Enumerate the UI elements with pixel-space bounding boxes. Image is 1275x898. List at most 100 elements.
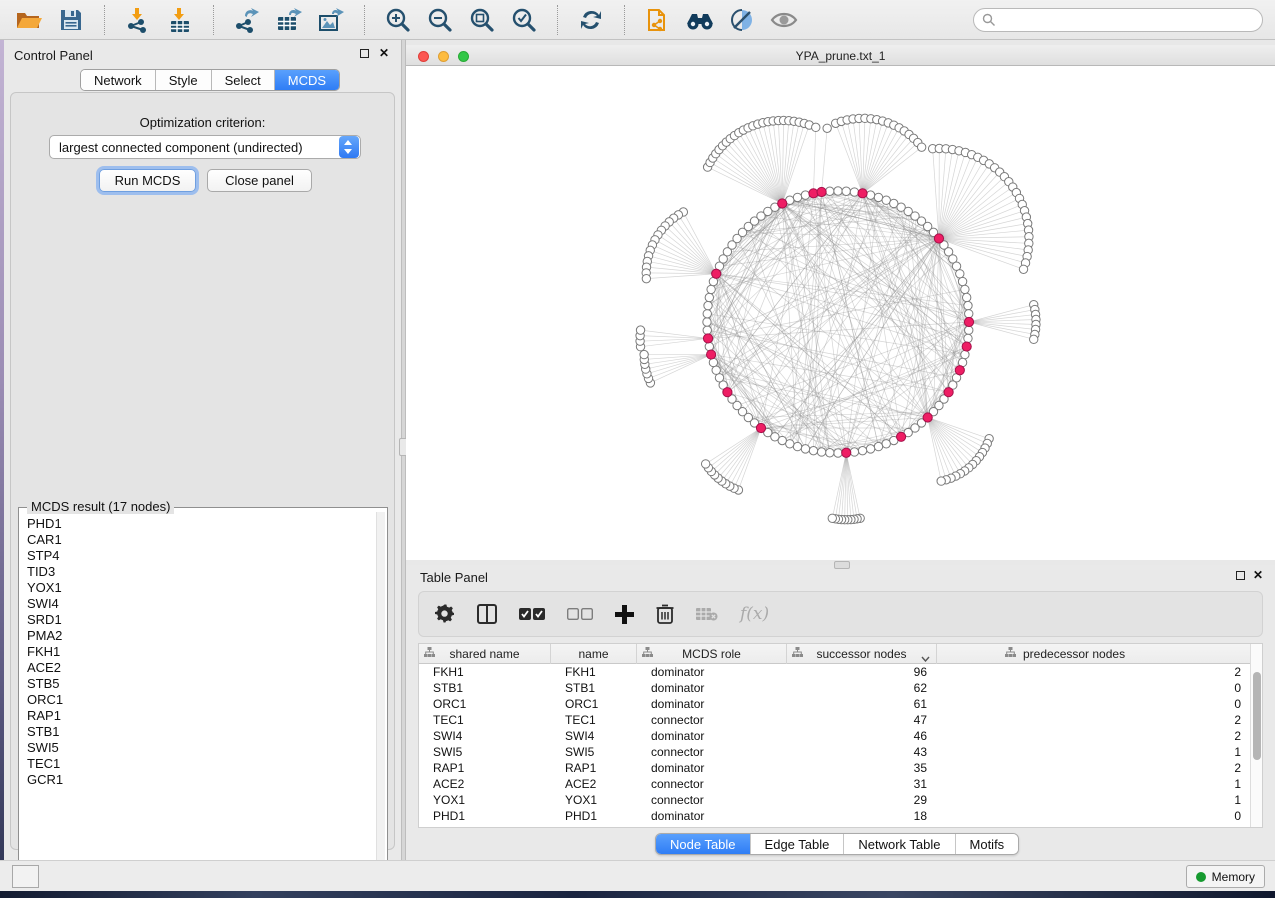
table-row[interactable]: PHD1PHD1dominator180 xyxy=(419,808,1251,824)
table-cell[interactable]: 61 xyxy=(787,696,937,712)
table-cell[interactable]: TEC1 xyxy=(551,712,637,728)
mcds-result-item[interactable]: GCR1 xyxy=(20,772,376,788)
table-cell[interactable]: 2 xyxy=(937,728,1251,744)
table-cell[interactable]: 31 xyxy=(787,776,937,792)
import-table-button[interactable] xyxy=(159,3,201,37)
table-row[interactable]: SWI5SWI5connector431 xyxy=(419,744,1251,760)
delete-column-trash-icon[interactable] xyxy=(656,604,674,624)
table-cell[interactable]: connector xyxy=(637,712,787,728)
tab-network-table[interactable]: Network Table xyxy=(844,834,955,854)
tab-network[interactable]: Network xyxy=(81,70,156,90)
table-row[interactable]: YOX1YOX1connector291 xyxy=(419,792,1251,808)
table-cell[interactable]: dominator xyxy=(637,696,787,712)
mcds-result-item[interactable]: CAR1 xyxy=(20,532,376,548)
export-table-button[interactable] xyxy=(268,3,310,37)
table-cell[interactable]: ORC1 xyxy=(551,696,637,712)
mcds-result-item[interactable]: PHD1 xyxy=(20,516,376,532)
table-cell[interactable]: 35 xyxy=(787,760,937,776)
table-cell[interactable]: RAP1 xyxy=(551,760,637,776)
mcds-result-item[interactable]: SRD1 xyxy=(20,612,376,628)
table-scrollbar-thumb[interactable] xyxy=(1253,672,1261,760)
table-cell[interactable]: connector xyxy=(637,792,787,808)
table-cell[interactable]: 1 xyxy=(937,792,1251,808)
table-cell[interactable]: 1 xyxy=(937,776,1251,792)
table-row[interactable]: ACE2ACE2connector311 xyxy=(419,776,1251,792)
table-row[interactable]: RAP1RAP1dominator352 xyxy=(419,760,1251,776)
tab-select[interactable]: Select xyxy=(212,70,275,90)
mcds-result-item[interactable]: ORC1 xyxy=(20,692,376,708)
mcds-result-item[interactable]: RAP1 xyxy=(20,708,376,724)
table-cell[interactable]: FKH1 xyxy=(419,664,551,680)
mcds-result-item[interactable]: STB1 xyxy=(20,724,376,740)
mcds-result-item[interactable]: TID3 xyxy=(20,564,376,580)
table-cell[interactable]: SWI5 xyxy=(551,744,637,760)
table-cell[interactable]: YOX1 xyxy=(551,792,637,808)
mcds-result-list[interactable]: PHD1CAR1STP4TID3YOX1SWI4SRD1PMA2FKH1ACE2… xyxy=(20,516,376,872)
optimization-criterion-select[interactable]: largest connected component (undirected) xyxy=(49,135,361,159)
close-panel-icon[interactable]: ✕ xyxy=(379,47,389,59)
table-cell[interactable]: connector xyxy=(637,776,787,792)
table-settings-gear-icon[interactable] xyxy=(435,604,455,624)
tab-style[interactable]: Style xyxy=(156,70,212,90)
table-row[interactable]: STB1STB1dominator620 xyxy=(419,680,1251,696)
table-cell[interactable]: RAP1 xyxy=(419,760,551,776)
column-header-shared-name[interactable]: shared name xyxy=(419,644,551,664)
network-graph[interactable] xyxy=(406,66,1275,560)
float-table-panel-icon[interactable] xyxy=(1236,571,1245,580)
network-canvas[interactable] xyxy=(406,66,1275,560)
table-cell[interactable]: 0 xyxy=(937,680,1251,696)
zoom-fit-button[interactable] xyxy=(461,3,503,37)
table-cell[interactable]: FKH1 xyxy=(551,664,637,680)
table-cell[interactable]: 0 xyxy=(937,808,1251,824)
export-web-button[interactable] xyxy=(637,3,679,37)
show-columns-icon[interactable] xyxy=(519,607,545,621)
mcds-result-item[interactable]: SWI5 xyxy=(20,740,376,756)
table-cell[interactable]: PHD1 xyxy=(419,808,551,824)
close-table-panel-icon[interactable]: ✕ xyxy=(1253,569,1263,581)
zoom-in-button[interactable] xyxy=(377,3,419,37)
table-cell[interactable]: ACE2 xyxy=(551,776,637,792)
mcds-result-item[interactable]: STB5 xyxy=(20,676,376,692)
table-cell[interactable]: ORC1 xyxy=(419,696,551,712)
table-cell[interactable]: ACE2 xyxy=(419,776,551,792)
table-scrollbar[interactable] xyxy=(1250,644,1262,827)
table-cell[interactable]: dominator xyxy=(637,760,787,776)
table-row[interactable]: FKH1FKH1dominator962 xyxy=(419,664,1251,680)
table-cell[interactable]: SWI5 xyxy=(419,744,551,760)
mcds-result-item[interactable]: SWI4 xyxy=(20,596,376,612)
mcds-result-item[interactable]: YOX1 xyxy=(20,580,376,596)
table-row[interactable]: TEC1TEC1connector472 xyxy=(419,712,1251,728)
tab-motifs[interactable]: Motifs xyxy=(956,834,1019,854)
mcds-result-item[interactable]: ACE2 xyxy=(20,660,376,676)
mcds-result-item[interactable]: STP4 xyxy=(20,548,376,564)
network-window-titlebar[interactable]: YPA_prune.txt_1 xyxy=(406,45,1275,66)
mcds-list-scrollbar[interactable] xyxy=(376,512,385,872)
table-cell[interactable]: 29 xyxy=(787,792,937,808)
run-mcds-button[interactable]: Run MCDS xyxy=(99,169,196,192)
table-cell[interactable]: STB1 xyxy=(419,680,551,696)
apply-layout-button[interactable] xyxy=(570,3,612,37)
table-cell[interactable]: dominator xyxy=(637,664,787,680)
tab-node-table[interactable]: Node Table xyxy=(656,834,751,854)
table-cell[interactable]: 96 xyxy=(787,664,937,680)
mcds-result-item[interactable]: TEC1 xyxy=(20,756,376,772)
column-header-name[interactable]: name xyxy=(551,644,637,664)
developer-log-button[interactable] xyxy=(12,865,39,888)
table-cell[interactable]: dominator xyxy=(637,680,787,696)
table-cell[interactable]: 2 xyxy=(937,712,1251,728)
mcds-result-item[interactable]: FKH1 xyxy=(20,644,376,660)
memory-button[interactable]: Memory xyxy=(1186,865,1265,888)
table-cell[interactable]: SWI4 xyxy=(551,728,637,744)
horizontal-splitter-handle[interactable] xyxy=(834,561,850,569)
zoom-out-button[interactable] xyxy=(419,3,461,37)
open-file-button[interactable] xyxy=(8,3,50,37)
table-cell[interactable]: 62 xyxy=(787,680,937,696)
table-cell[interactable]: 1 xyxy=(937,744,1251,760)
hide-columns-icon[interactable] xyxy=(567,607,593,621)
close-panel-button[interactable]: Close panel xyxy=(207,169,312,192)
show-all-button[interactable] xyxy=(763,3,805,37)
table-cell[interactable]: 2 xyxy=(937,760,1251,776)
tab-edge-table[interactable]: Edge Table xyxy=(751,834,845,854)
export-image-button[interactable] xyxy=(310,3,352,37)
table-cell[interactable]: 43 xyxy=(787,744,937,760)
